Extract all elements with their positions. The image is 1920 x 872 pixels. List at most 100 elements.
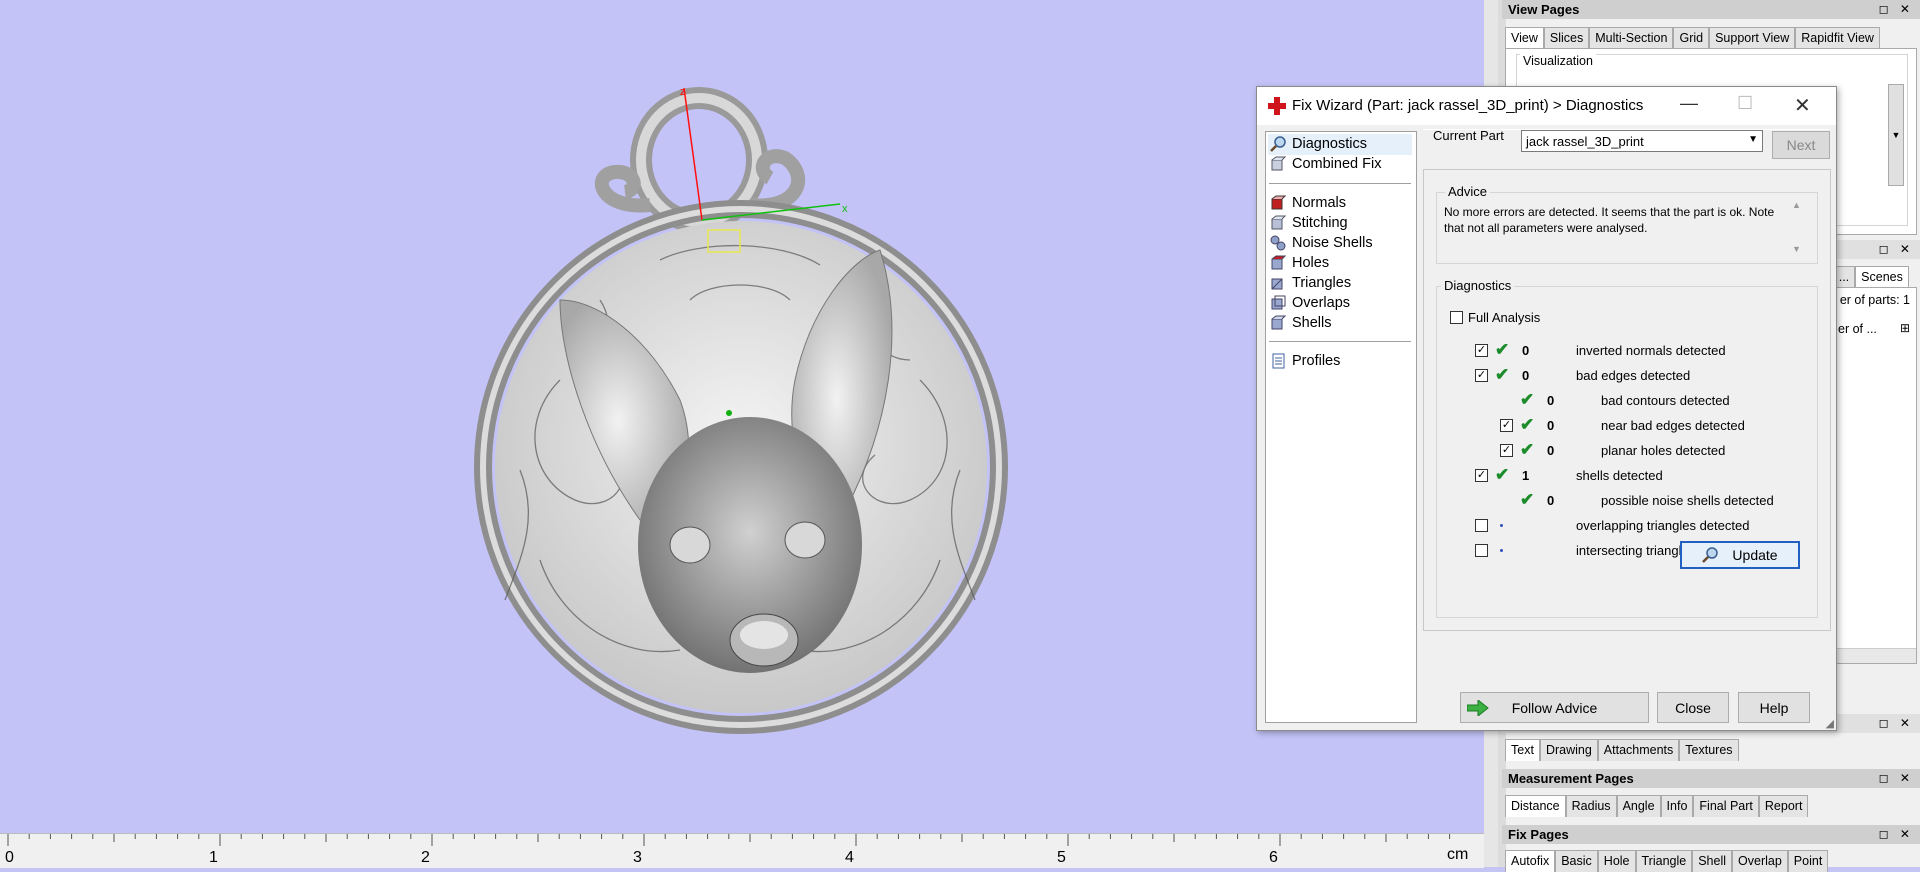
noise-shells-icon [1270,235,1286,251]
tab-textures[interactable]: Textures [1679,739,1739,761]
nav-item-holes[interactable]: Holes [1270,253,1329,273]
ruler-unit: cm [1447,846,1469,863]
diagnostic-label: shells detected [1576,468,1663,483]
tab-attachments[interactable]: Attachments [1597,739,1680,761]
nav-item-combined-fix[interactable]: Combined Fix [1270,154,1381,174]
nav-item-triangles[interactable]: Triangles [1270,273,1351,293]
nav-item-profiles[interactable]: Profiles [1270,351,1340,371]
tab-scenes[interactable]: Scenes [1855,266,1909,288]
current-part-select[interactable]: jack rassel_3D_print ▼ [1521,130,1763,152]
minimize-icon[interactable]: — [1680,93,1698,114]
diagnostic-checkbox[interactable]: ✓ [1475,469,1488,482]
update-button[interactable]: Update [1680,541,1800,569]
view-pages-title: View Pages [1508,2,1580,17]
nav-item-normals[interactable]: Normals [1270,193,1346,213]
diagnostic-checkbox[interactable]: ✓ [1475,344,1488,357]
ruler: 0 1 2 3 4 5 6 cm [0,833,1484,868]
tab-drawing[interactable]: Drawing [1539,739,1598,761]
view-pages-tabs: View Slices Multi-Section Grid Support V… [1505,27,1880,49]
fix-pages-header: Fix Pages ◻ ✕ [1502,825,1920,844]
measurement-pages-window-buttons[interactable]: ◻ ✕ [1879,769,1914,788]
tab-basic[interactable]: Basic [1555,850,1598,872]
tab-final-part[interactable]: Final Part [1693,795,1759,817]
scroll-up-icon[interactable]: ▲ [1792,200,1801,210]
advice-scrollbar[interactable]: ▲ ▼ [1792,200,1806,254]
diagnostic-label: near bad edges detected [1601,418,1745,433]
red-cross-icon [1268,97,1286,115]
next-button[interactable]: Next [1772,131,1830,159]
z-axis-label: z [680,86,686,98]
info-panel-window-buttons[interactable]: ◻ ✕ [1879,714,1914,733]
dialog-title-bar[interactable]: Fix Wizard (Part: jack rassel_3D_print) … [1257,87,1836,125]
parts-panel-window-buttons[interactable]: ◻ ✕ [1879,240,1914,259]
parts-column-header[interactable]: er of ... [1838,322,1877,336]
visualization-label: Visualization [1520,54,1596,68]
nav-item-noise-shells[interactable]: Noise Shells [1270,233,1373,253]
diagnostic-count: 0 [1522,343,1530,358]
measurement-pages-tabs: Distance Radius Angle Info Final Part Re… [1505,795,1809,817]
overlaps-cube-icon [1271,295,1286,310]
full-analysis-checkbox[interactable] [1450,311,1463,324]
parts-count: er of parts: 1 [1839,293,1910,307]
diagnostic-checkbox[interactable] [1475,544,1488,557]
scroll-down-icon[interactable]: ▼ [1792,244,1801,254]
column-chooser-icon[interactable]: ⊞ [1900,321,1910,335]
nav-item-shells[interactable]: Shells [1270,313,1332,333]
profiles-document-icon [1272,353,1285,369]
tab-angle[interactable]: Angle [1616,795,1661,817]
dialog-title: Fix Wizard (Part: jack rassel_3D_print) … [1292,97,1644,114]
ruler-ticks [7,834,1451,846]
nav-item-diagnostics[interactable]: Diagnostics [1270,134,1367,154]
dropdown-arrow-icon[interactable]: ▼ [1888,84,1904,186]
tab-hole[interactable]: Hole [1597,850,1636,872]
nav-item-stitching[interactable]: Stitching [1270,213,1348,233]
fix-pages-window-buttons[interactable]: ◻ ✕ [1879,825,1914,844]
diagnostic-checkbox[interactable] [1475,519,1488,532]
nav-item-overlaps[interactable]: Overlaps [1270,293,1350,313]
tab-text[interactable]: Text [1505,739,1540,761]
fix-pages-tabs: Autofix Basic Hole Triangle Shell Overla… [1505,850,1829,872]
current-part-label: Current Part [1433,128,1504,143]
tab-info[interactable]: Info [1660,795,1694,817]
close-button[interactable]: Close [1657,692,1729,723]
tab-support-view[interactable]: Support View [1709,27,1796,49]
diagnostic-checkbox[interactable]: ✓ [1475,369,1488,382]
view-pages-window-buttons[interactable]: ◻ ✕ [1879,0,1914,19]
tab-multi-section[interactable]: Multi-Section [1589,27,1674,49]
pending-dot-icon [1500,549,1503,552]
ruler-label-2: 2 [421,849,430,866]
tab-point[interactable]: Point [1787,850,1829,872]
nav-separator [1269,341,1411,342]
magnifier-icon [1270,136,1286,152]
tab-grid[interactable]: Grid [1673,27,1710,49]
tab-overlap[interactable]: Overlap [1732,850,1788,872]
tab-report[interactable]: Report [1758,795,1809,817]
current-part-value: jack rassel_3D_print [1526,134,1644,149]
pending-dot-icon [1500,524,1503,527]
advice-text: No more errors are detected. It seems th… [1444,205,1775,235]
tab-view[interactable]: View [1505,27,1544,49]
ok-check-icon: ✔ [1520,415,1535,434]
tab-rapidfit-view[interactable]: Rapidfit View [1795,27,1880,49]
x-axis-label: x [842,203,848,215]
measurement-pages-title: Measurement Pages [1508,771,1634,786]
tab-autofix[interactable]: Autofix [1505,850,1556,872]
ruler-label-4: 4 [845,849,854,866]
tab-triangle[interactable]: Triangle [1635,850,1693,872]
diagnostic-count: 0 [1547,393,1555,408]
resize-grip-icon[interactable]: ◢ [1826,717,1834,730]
diagnostics-panel: Advice No more errors are detected. It s… [1423,169,1831,631]
tab-slices[interactable]: Slices [1543,27,1590,49]
diagnostic-count: 0 [1547,443,1555,458]
maximize-icon[interactable]: ☐ [1737,93,1753,114]
diagnostic-checkbox[interactable]: ✓ [1500,444,1513,457]
wizard-nav-list: Diagnostics Combined Fix Normals Stitchi… [1265,131,1417,723]
tab-distance[interactable]: Distance [1505,795,1566,817]
holes-cube-icon [1271,255,1286,270]
tab-radius[interactable]: Radius [1565,795,1617,817]
help-button[interactable]: Help [1738,692,1810,723]
tab-shell[interactable]: Shell [1692,850,1733,872]
close-icon[interactable]: ✕ [1794,93,1811,118]
diagnostic-checkbox[interactable]: ✓ [1500,419,1513,432]
follow-advice-button[interactable]: Follow Advice [1460,692,1649,723]
